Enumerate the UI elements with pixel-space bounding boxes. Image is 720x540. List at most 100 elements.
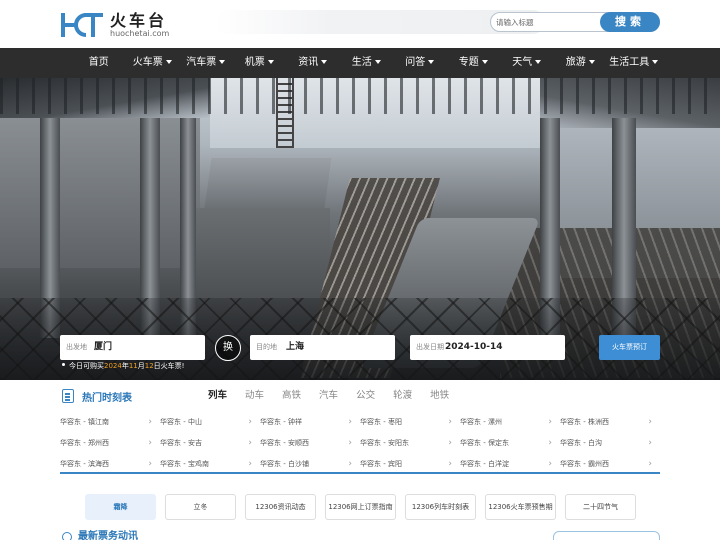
chevron-right-icon: › bbox=[348, 438, 352, 448]
search-button[interactable]: 搜索 bbox=[600, 12, 660, 32]
nav-item-1[interactable]: 火车票 bbox=[126, 48, 180, 78]
route-link[interactable]: 华容东 - 郑州西 › bbox=[60, 433, 160, 454]
nav-item-label: 首页 bbox=[88, 57, 109, 68]
chevron-right-icon: › bbox=[348, 417, 352, 427]
latest-news-heading: 最新票务动讯 bbox=[62, 531, 138, 540]
tag-3[interactable]: 12306网上订票指南 bbox=[325, 494, 396, 520]
route-link[interactable]: 华容东 - 保定东 › bbox=[460, 433, 560, 454]
chevron-right-icon: › bbox=[148, 417, 152, 427]
route-link[interactable]: 华容东 - 中山 › bbox=[160, 412, 260, 433]
route-label: 华容东 - 保定东 bbox=[460, 439, 509, 447]
tag-0[interactable]: 霜降 bbox=[85, 494, 156, 520]
nav-item-6[interactable]: 问答 bbox=[393, 48, 447, 78]
nav-item-label: 火车票 bbox=[132, 57, 163, 68]
chevron-right-icon: › bbox=[148, 438, 152, 448]
route-label: 华容东 - 钟祥 bbox=[260, 418, 302, 426]
book-train-ticket-button[interactable]: 火车票预订 bbox=[599, 335, 660, 360]
caret-down-icon bbox=[652, 60, 659, 64]
route-link[interactable]: 华容东 - 枣阳 › bbox=[360, 412, 460, 433]
from-label: 出发地 bbox=[66, 343, 87, 351]
tab-4[interactable]: 公交 bbox=[356, 389, 375, 403]
route-label: 华容东 - 白沟 bbox=[560, 439, 602, 447]
search-input[interactable] bbox=[496, 14, 596, 30]
route-link[interactable]: 华容东 - 白沟 › bbox=[560, 433, 660, 454]
nav-item-label: 资讯 bbox=[298, 57, 319, 68]
date-label: 出发日期 bbox=[416, 343, 444, 351]
route-link[interactable]: 华容东 - 株洲西 › bbox=[560, 412, 660, 433]
tab-2[interactable]: 高铁 bbox=[282, 389, 301, 403]
news-icon bbox=[62, 532, 72, 540]
nav-item-9[interactable]: 旅游 bbox=[554, 48, 608, 78]
nav-item-5[interactable]: 生活 bbox=[340, 48, 394, 78]
latest-news-title: 最新票务动讯 bbox=[78, 531, 138, 540]
timetable-title: 热门时刻表 bbox=[82, 392, 132, 404]
tab-0[interactable]: 列车 bbox=[208, 389, 227, 403]
timetable-tabs: 列车 动车 高铁 汽车 公交 轮渡 地铁 bbox=[208, 389, 467, 403]
route-label: 华容东 - 中山 bbox=[160, 418, 202, 426]
to-label: 目的地 bbox=[256, 343, 277, 351]
route-link[interactable]: 华容东 - 镇江南 › bbox=[60, 412, 160, 433]
page: 火车台 huochetai.com 搜索 首页 火车票 汽车票 机票 资讯 生活 问答 专题 天… bbox=[0, 0, 720, 540]
caret-down-icon bbox=[267, 60, 274, 64]
route-label: 华容东 - 安吉 bbox=[160, 439, 202, 447]
site-logo[interactable]: 火车台 huochetai.com bbox=[60, 10, 169, 40]
topic-tags: 霜降 立冬 12306资讯动态 12306网上订票指南 12306列车时刻表 12306火… bbox=[85, 494, 645, 520]
caret-down-icon bbox=[219, 60, 226, 64]
nav-item-label: 问答 bbox=[405, 57, 426, 68]
nav-item-label: 机票 bbox=[244, 57, 265, 68]
caret-down-icon bbox=[535, 60, 542, 64]
route-link[interactable]: 华容东 - 漯州 › bbox=[460, 412, 560, 433]
route-label: 华容东 - 白洋淀 bbox=[460, 460, 509, 468]
nav-item-label: 生活工具 bbox=[609, 57, 650, 68]
date-value: 2024-10-14 bbox=[445, 342, 503, 352]
route-link[interactable]: 华容东 - 钟祥 › bbox=[260, 412, 360, 433]
tag-4[interactable]: 12306列车时刻表 bbox=[405, 494, 476, 520]
caret-down-icon bbox=[588, 60, 595, 64]
news-more-box[interactable] bbox=[553, 531, 660, 540]
route-link[interactable]: 华容东 - 安顺西 › bbox=[260, 433, 360, 454]
timetable-heading: 热门时刻表 bbox=[62, 388, 132, 404]
nav-item-2[interactable]: 汽车票 bbox=[179, 48, 233, 78]
route-label: 华容东 - 安顺西 bbox=[260, 439, 309, 447]
tag-2[interactable]: 12306资讯动态 bbox=[245, 494, 316, 520]
chevron-right-icon: › bbox=[248, 438, 252, 448]
route-label: 华容东 - 枣阳 bbox=[360, 418, 402, 426]
nav-item-7[interactable]: 专题 bbox=[447, 48, 501, 78]
swap-button[interactable]: 换 bbox=[215, 335, 241, 361]
route-label: 华容东 - 安阳东 bbox=[360, 439, 409, 447]
nav-item-8[interactable]: 天气 bbox=[500, 48, 554, 78]
chevron-right-icon: › bbox=[648, 438, 652, 448]
hct-logo-icon bbox=[61, 13, 103, 37]
route-grid: 华容东 - 镇江南 › 华容东 - 中山 › 华容东 - 钟祥 › 华容东 - 枣阳 › 华容东… bbox=[60, 412, 660, 475]
nav-item-10[interactable]: 生活工具 bbox=[607, 48, 661, 78]
tag-5[interactable]: 12306火车票预售期 bbox=[485, 494, 556, 520]
to-value: 上海 bbox=[286, 342, 305, 352]
tab-1[interactable]: 动车 bbox=[245, 389, 264, 403]
tab-5[interactable]: 轮渡 bbox=[393, 389, 412, 403]
main-nav: 首页 火车票 汽车票 机票 资讯 生活 问答 专题 天气 旅游 生活工具 bbox=[0, 48, 720, 78]
route-row: 华容东 - 镇江南 › 华容东 - 中山 › 华容东 - 钟祥 › 华容东 - 枣阳 › 华容东… bbox=[60, 412, 660, 433]
caret-down-icon bbox=[481, 60, 488, 64]
nav-item-label: 旅游 bbox=[565, 57, 586, 68]
tab-6[interactable]: 地铁 bbox=[430, 389, 449, 403]
caret-down-icon bbox=[321, 60, 328, 64]
route-row: 华容东 - 郑州西 › 华容东 - 安吉 › 华容东 - 安顺西 › 华容东 - 安阳东 › 华… bbox=[60, 433, 660, 454]
route-link[interactable]: 华容东 - 安阳东 › bbox=[360, 433, 460, 454]
from-field[interactable]: 出发地 厦门 bbox=[60, 335, 205, 360]
tab-3[interactable]: 汽车 bbox=[319, 389, 338, 403]
site-name: 火车台 bbox=[110, 10, 168, 30]
nav-item-3[interactable]: 机票 bbox=[233, 48, 287, 78]
document-icon bbox=[62, 389, 74, 403]
date-field[interactable]: 出发日期 2024-10-14 bbox=[410, 335, 565, 360]
nav-item-label: 生活 bbox=[351, 57, 372, 68]
tag-6[interactable]: 二十四节气 bbox=[565, 494, 636, 520]
nav-item-0[interactable]: 首页 bbox=[72, 48, 126, 78]
to-field[interactable]: 目的地 上海 bbox=[250, 335, 395, 360]
tag-1[interactable]: 立冬 bbox=[165, 494, 236, 520]
caret-down-icon bbox=[165, 60, 172, 64]
top-bar: 火车台 huochetai.com 搜索 bbox=[0, 0, 720, 48]
nav-item-4[interactable]: 资讯 bbox=[286, 48, 340, 78]
site-domain: huochetai.com bbox=[110, 28, 170, 38]
route-link[interactable]: 华容东 - 安吉 › bbox=[160, 433, 260, 454]
route-label: 华容东 - 漯州 bbox=[460, 418, 502, 426]
